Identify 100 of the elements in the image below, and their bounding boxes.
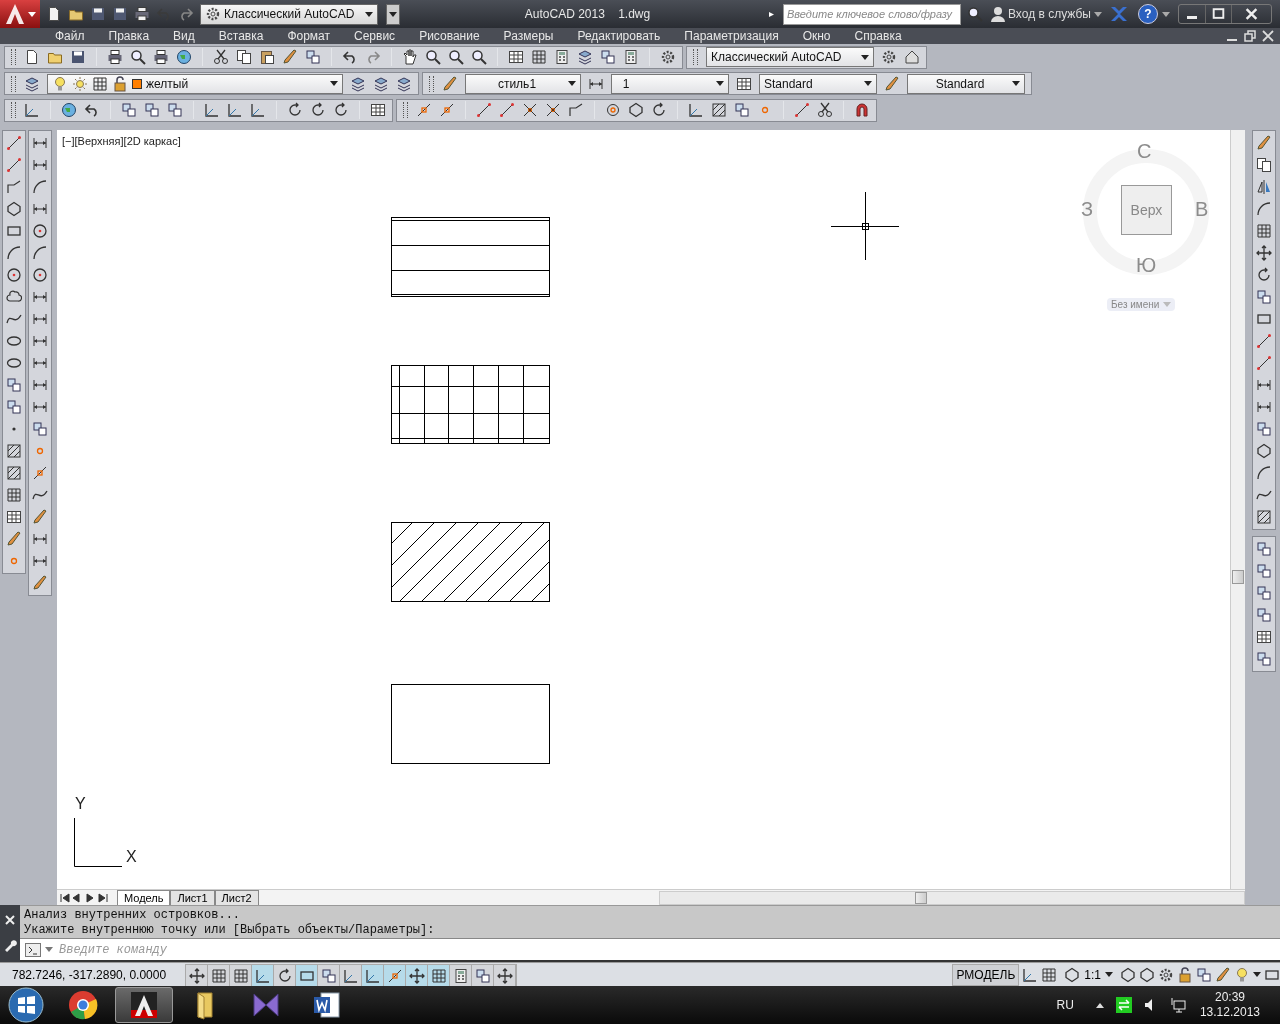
arc-icon[interactable] xyxy=(1256,465,1272,481)
dimension-icon[interactable] xyxy=(1256,399,1272,415)
scroll-thumb[interactable] xyxy=(1232,570,1244,584)
polyline-icon[interactable] xyxy=(6,179,22,195)
block-icon[interactable] xyxy=(167,102,183,118)
hatch-icon[interactable] xyxy=(6,443,22,459)
language-indicator[interactable]: RU xyxy=(1056,998,1074,1012)
layout-tab[interactable]: Лист1 xyxy=(170,890,215,905)
arc-icon[interactable] xyxy=(32,245,48,261)
circle-icon[interactable] xyxy=(32,267,48,283)
printer-icon[interactable] xyxy=(134,6,150,22)
customize-button[interactable] xyxy=(386,3,400,25)
brush-icon[interactable] xyxy=(282,49,298,65)
circle-icon[interactable] xyxy=(6,267,22,283)
gear-icon[interactable] xyxy=(660,49,676,65)
dimension-icon[interactable] xyxy=(32,531,48,547)
calculator-icon[interactable] xyxy=(554,49,570,65)
dimension-icon[interactable] xyxy=(32,289,48,305)
table-icon[interactable] xyxy=(736,75,752,92)
table-icon[interactable] xyxy=(1256,629,1272,645)
search-field[interactable]: Введите ключевое слово/фразу xyxy=(783,3,961,25)
hatch-icon[interactable] xyxy=(711,102,727,118)
start-button[interactable] xyxy=(8,987,44,1023)
ellipse-icon[interactable] xyxy=(6,355,22,371)
hexagon-icon[interactable] xyxy=(1139,966,1155,983)
caret-icon[interactable] xyxy=(1253,972,1261,977)
status-toggle[interactable] xyxy=(318,964,340,987)
caret-icon[interactable] xyxy=(568,81,576,86)
grid-icon[interactable] xyxy=(1041,966,1058,983)
block-icon[interactable] xyxy=(144,102,160,118)
dimension-icon[interactable] xyxy=(32,333,48,349)
status-toggle[interactable] xyxy=(186,964,208,987)
copy-icon[interactable] xyxy=(236,49,252,65)
gear-icon[interactable] xyxy=(205,6,221,22)
help-button[interactable]: ? xyxy=(1138,4,1158,24)
brush-icon[interactable] xyxy=(1215,966,1231,983)
menu-item[interactable]: Сервис xyxy=(354,29,396,43)
status-toggle[interactable] xyxy=(472,964,494,987)
table-icon[interactable] xyxy=(6,509,22,525)
intersection-icon[interactable] xyxy=(522,102,538,118)
menu-item[interactable]: Файл xyxy=(55,29,85,43)
caret-icon[interactable] xyxy=(365,11,373,17)
snap-circle-icon[interactable] xyxy=(605,102,621,118)
layers-icon[interactable] xyxy=(24,75,40,92)
caret-icon[interactable] xyxy=(1012,81,1020,86)
network-sync-icon[interactable] xyxy=(1115,997,1132,1013)
menu-item[interactable]: Рисование xyxy=(419,29,480,43)
scissors-icon[interactable] xyxy=(817,102,833,118)
workspace-dropdown[interactable]: Классический AutoCAD xyxy=(706,47,874,67)
taskbar-button[interactable] xyxy=(115,987,173,1023)
dimension-icon[interactable] xyxy=(32,399,48,415)
rotate-icon[interactable] xyxy=(310,102,326,118)
move-arrows-icon[interactable] xyxy=(1256,245,1272,261)
globe-icon[interactable] xyxy=(176,49,192,65)
status-toggle[interactable] xyxy=(450,964,472,987)
menu-item[interactable]: Вид xyxy=(173,29,195,43)
arc-icon[interactable] xyxy=(1256,201,1272,217)
lightbulb-icon[interactable] xyxy=(52,75,68,92)
annotation-scale-button[interactable]: 1:1 xyxy=(1060,966,1117,983)
status-toggle[interactable] xyxy=(208,964,230,987)
text-style-dropdown[interactable]: стиль1 xyxy=(465,73,581,94)
printer-icon[interactable] xyxy=(153,49,169,65)
rectangle-icon[interactable] xyxy=(6,223,22,239)
padlock-icon[interactable] xyxy=(1177,966,1193,983)
table-icon[interactable] xyxy=(508,49,524,65)
axes-icon[interactable] xyxy=(204,102,220,118)
axes-icon[interactable] xyxy=(1022,966,1039,983)
axes-icon[interactable] xyxy=(250,102,266,118)
rectangle-icon[interactable] xyxy=(1256,311,1272,327)
status-toggle[interactable] xyxy=(230,964,252,987)
menu-item[interactable]: Формат xyxy=(287,29,331,43)
dimension-icon[interactable] xyxy=(32,201,48,217)
brush-icon[interactable] xyxy=(6,531,22,547)
hatch-icon[interactable] xyxy=(1256,509,1272,525)
grid-icon[interactable] xyxy=(1256,223,1272,239)
menu-item[interactable]: Окно xyxy=(802,29,831,43)
arc-icon[interactable] xyxy=(32,179,48,195)
padlock-icon[interactable] xyxy=(112,75,128,92)
block-icon[interactable] xyxy=(1256,541,1272,557)
wrench-icon[interactable] xyxy=(3,938,17,953)
magnifier-icon[interactable] xyxy=(967,6,983,22)
block-icon[interactable] xyxy=(1256,421,1272,437)
clipboard-icon[interactable] xyxy=(259,49,275,65)
status-toggle[interactable] xyxy=(296,964,318,987)
magnifier-icon[interactable] xyxy=(448,49,464,65)
model-space-button[interactable]: РМОДЕЛЬ xyxy=(952,963,1020,986)
monitor-icon[interactable] xyxy=(1169,997,1186,1013)
hexagon-icon[interactable] xyxy=(1256,443,1272,459)
axes-icon[interactable] xyxy=(688,102,704,118)
menu-item[interactable]: Размеры xyxy=(503,29,554,43)
layer-dropdown[interactable]: желтый xyxy=(47,73,343,94)
workspace-dropdown[interactable]: Классический AutoCAD xyxy=(200,3,378,25)
table-icon[interactable] xyxy=(370,102,386,118)
undo-arrow-icon[interactable] xyxy=(84,102,100,118)
vertical-scrollbar[interactable] xyxy=(1230,130,1245,889)
restore-icon[interactable] xyxy=(1244,30,1256,42)
block-icon[interactable] xyxy=(734,102,750,118)
line-icon[interactable] xyxy=(794,102,810,118)
globe-icon[interactable] xyxy=(61,102,77,118)
block-icon[interactable] xyxy=(6,399,22,415)
